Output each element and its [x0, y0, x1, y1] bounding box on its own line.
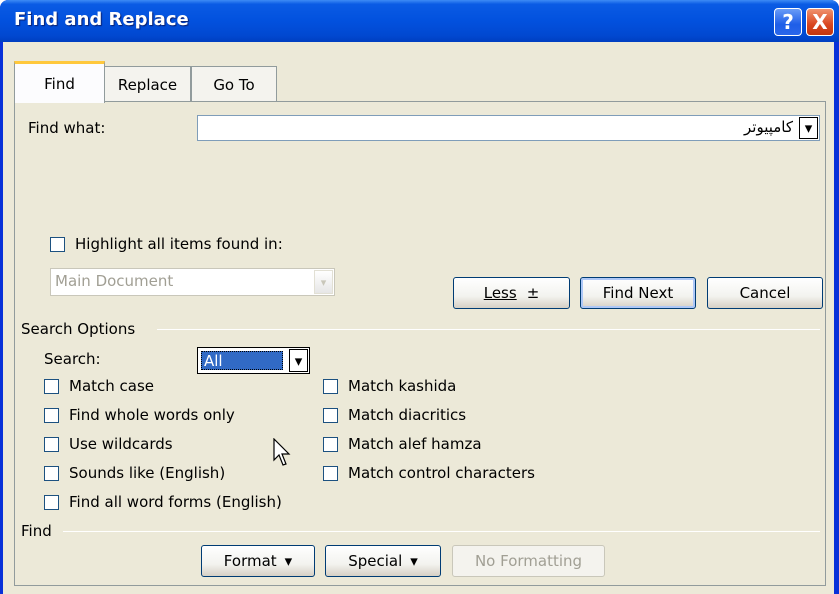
less-button[interactable]: Less ± — [453, 277, 570, 309]
format-button[interactable]: Format ▾ — [201, 545, 315, 577]
close-button[interactable]: X — [806, 8, 834, 36]
match-diacritics-row[interactable]: Match diacritics — [323, 406, 583, 426]
find-what-value: کامپیوتر — [744, 118, 793, 136]
match-case-row[interactable]: Match case — [44, 377, 304, 397]
highlight-scope-dropdown-button[interactable]: ▾ — [314, 270, 333, 294]
tab-find-label: Find — [44, 74, 75, 93]
help-button[interactable]: ? — [774, 8, 802, 36]
find-next-label: Find Next — [602, 284, 674, 302]
cancel-button[interactable]: Cancel — [707, 277, 823, 309]
whole-words-row[interactable]: Find whole words only — [44, 406, 304, 426]
whole-words-label: Find whole words only — [69, 406, 235, 424]
special-button[interactable]: Special ▾ — [325, 545, 441, 577]
find-replace-window: Find and Replace ? X Find Replace Go To … — [0, 0, 839, 594]
word-forms-label: Find all word forms (English) — [69, 493, 282, 511]
less-label: Less — [483, 284, 517, 302]
find-section-divider — [63, 531, 820, 532]
match-diacritics-checkbox[interactable] — [323, 408, 338, 423]
help-icon: ? — [782, 10, 794, 34]
highlight-scope-select[interactable]: Main Document ▾ — [50, 268, 335, 296]
find-tab-panel: Find what: کامپیوتر ▾ Highlight all item… — [14, 101, 826, 586]
chevron-down-icon: ▾ — [804, 119, 813, 137]
chevron-down-icon: ▾ — [284, 552, 293, 570]
window-title: Find and Replace — [14, 9, 189, 30]
find-what-dropdown-button[interactable]: ▾ — [799, 117, 818, 139]
match-kashida-row[interactable]: Match kashida — [323, 377, 583, 397]
tab-replace[interactable]: Replace — [104, 66, 191, 102]
match-case-checkbox[interactable] — [44, 379, 59, 394]
wildcards-row[interactable]: Use wildcards — [44, 435, 304, 455]
wildcards-checkbox[interactable] — [44, 437, 59, 452]
sounds-like-label: Sounds like (English) — [69, 464, 226, 482]
tab-go-to-label: Go To — [213, 75, 255, 94]
format-label: Format — [223, 552, 277, 570]
sounds-like-checkbox[interactable] — [44, 466, 59, 481]
match-control-chars-checkbox[interactable] — [323, 466, 338, 481]
highlight-all-checkbox[interactable] — [50, 237, 65, 252]
tab-go-to[interactable]: Go To — [191, 66, 277, 102]
no-formatting-label: No Formatting — [474, 552, 583, 570]
search-options-heading: Search Options — [21, 320, 136, 338]
title-bar[interactable]: Find and Replace ? X — [0, 0, 839, 42]
mouse-cursor-icon — [273, 438, 291, 466]
dialog-client: Find Replace Go To Find what: کامپیوتر ▾… — [3, 42, 834, 594]
search-options-divider — [157, 329, 820, 330]
highlight-all-checkbox-row[interactable]: Highlight all items found in: — [50, 235, 330, 255]
find-section-heading: Find — [21, 522, 52, 540]
no-formatting-button[interactable]: No Formatting — [452, 545, 605, 577]
whole-words-checkbox[interactable] — [44, 408, 59, 423]
match-diacritics-label: Match diacritics — [348, 406, 467, 424]
word-forms-checkbox[interactable] — [44, 495, 59, 510]
search-direction-value: All — [201, 351, 283, 370]
match-alef-hamza-checkbox[interactable] — [323, 437, 338, 452]
cancel-label: Cancel — [739, 284, 791, 302]
sounds-like-row[interactable]: Sounds like (English) — [44, 464, 304, 484]
match-alef-hamza-row[interactable]: Match alef hamza — [323, 435, 583, 455]
search-direction-label: Search: — [44, 350, 101, 368]
match-kashida-checkbox[interactable] — [323, 379, 338, 394]
wildcards-label: Use wildcards — [69, 435, 173, 453]
match-control-chars-row[interactable]: Match control characters — [323, 464, 603, 484]
highlight-all-label: Highlight all items found in: — [75, 235, 283, 253]
match-control-chars-label: Match control characters — [348, 464, 535, 482]
chevron-down-icon: ▾ — [320, 275, 327, 289]
special-label: Special — [348, 552, 403, 570]
tab-replace-label: Replace — [117, 75, 178, 94]
find-next-button[interactable]: Find Next — [580, 277, 696, 309]
highlight-scope-value: Main Document — [55, 272, 174, 290]
word-forms-row[interactable]: Find all word forms (English) — [44, 493, 304, 513]
tab-find[interactable]: Find — [14, 61, 105, 103]
find-what-combo[interactable]: کامپیوتر ▾ — [197, 115, 820, 141]
find-what-label: Find what: — [28, 119, 106, 137]
search-direction-select[interactable]: All ▾ — [197, 347, 310, 374]
match-alef-hamza-label: Match alef hamza — [348, 435, 482, 453]
match-kashida-label: Match kashida — [348, 377, 457, 395]
chevron-down-icon: ▾ — [294, 351, 303, 370]
chevron-down-icon: ▾ — [410, 552, 418, 570]
close-icon: X — [812, 10, 828, 34]
search-direction-dropdown-button[interactable]: ▾ — [289, 349, 308, 372]
chevron-up-icon: ± — [526, 284, 540, 302]
match-case-label: Match case — [69, 377, 155, 395]
